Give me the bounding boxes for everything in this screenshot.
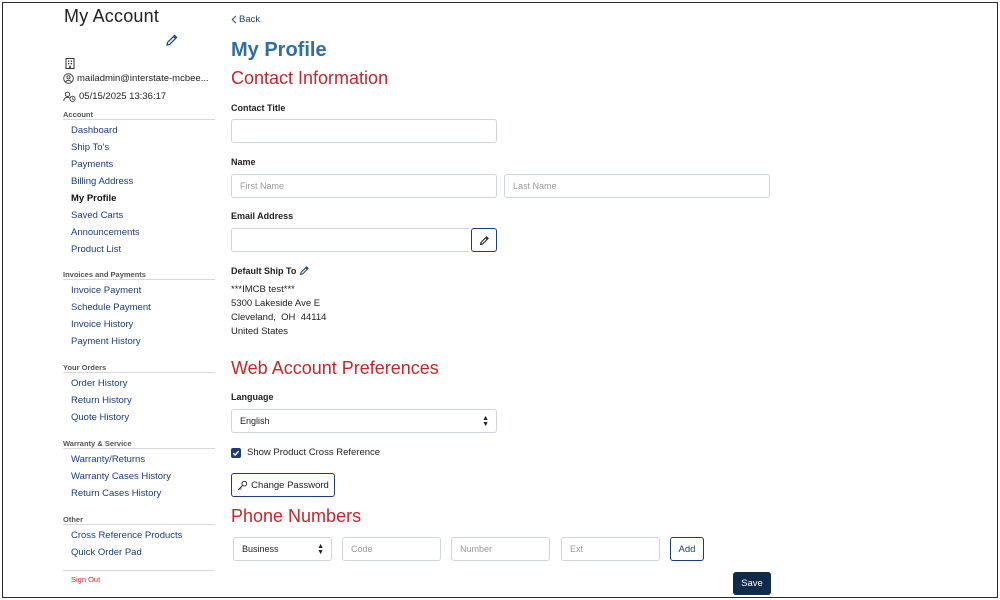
name-label: Name [231,157,256,167]
sign-out-link[interactable]: Sign Out [63,575,100,584]
address-line-1: ***IMCB test*** [231,284,295,295]
back-link[interactable]: Back [231,14,260,25]
select-arrows-icon: ▲ ▼ [317,543,324,556]
account-title: My Account [64,6,160,26]
phone-code-input[interactable]: Code [342,537,441,561]
phone-type-value: Business [242,544,279,554]
building-icon [65,56,75,69]
back-label: Back [239,14,261,25]
last-login-time: 05/15/2025 13:36:17 [79,91,167,102]
pencil-icon[interactable] [299,265,310,276]
default-ship-to-address: ***IMCB test*** 5300 Lakeside Ave E Clev… [231,283,326,339]
nav-group-other: Other Cross Reference Products Quick Ord… [63,514,215,563]
pencil-icon[interactable] [165,33,179,47]
sidebar-item-schedule-payment[interactable]: Schedule Payment [63,301,215,318]
sidebar-item-return-history[interactable]: Return History [63,394,215,411]
phone-ext-input[interactable]: Ext [561,537,660,561]
web-account-preferences-heading: Web Account Preferences [231,358,439,378]
sidebar-item-invoice-payment[interactable]: Invoice Payment [63,284,215,301]
sidebar-item-warranty-cases-history[interactable]: Warranty Cases History [63,470,215,487]
nav-group-heading: Warranty & Service [63,438,215,449]
save-button[interactable]: Save [733,572,771,595]
sidebar-item-return-cases-history[interactable]: Return Cases History [63,487,215,504]
language-label: Language [231,392,274,402]
sidebar-item-quote-history[interactable]: Quote History [63,411,215,428]
phone-type-select[interactable]: Business ▲ ▼ [233,537,332,561]
sidebar-item-announcements[interactable]: Announcements [63,226,215,243]
sidebar-item-warranty-returns[interactable]: Warranty/Returns [63,453,215,470]
nav-group-warranty: Warranty & Service Warranty/Returns Warr… [63,438,215,504]
contact-title-label: Contact Title [231,103,286,113]
address-line-2: 5300 Lakeside Ave E [231,298,321,309]
email-address-label: Email Address [231,211,294,221]
edit-email-button[interactable] [471,228,497,252]
select-arrows-icon: ▲ ▼ [482,415,489,428]
default-ship-to-row: Default Ship To [231,265,310,276]
cross-reference-row: Show Product Cross Reference [231,447,380,458]
page-title: My Profile [231,39,327,61]
nav-group-heading: Your Orders [63,362,215,373]
language-value: English [240,416,270,426]
last-name-input[interactable]: Last Name [504,174,770,198]
language-select[interactable]: English ▲ ▼ [231,409,497,433]
user-clock-icon [63,91,76,102]
sidebar-item-cross-reference-products[interactable]: Cross Reference Products [63,529,215,546]
cross-reference-checkbox[interactable] [231,447,241,458]
add-phone-button[interactable]: Add [670,537,704,561]
change-password-button[interactable]: Change Password [231,473,335,497]
sign-out-section: Sign Out [63,570,215,584]
sidebar-item-invoice-history[interactable]: Invoice History [63,318,215,335]
sidebar-item-billing-address[interactable]: Billing Address [63,175,215,192]
nav-group-orders: Your Orders Order History Return History… [63,362,215,428]
nav-group-heading: Other [63,514,215,525]
nav-group-heading: Invoices and Payments [63,269,215,280]
sidebar-item-ship-tos[interactable]: Ship To's [63,141,215,158]
sidebar-item-payments[interactable]: Payments [63,158,215,175]
page-frame: My Account mailadmin@interstate-mcbee...… [2,2,998,598]
change-password-label: Change Password [251,479,329,491]
default-ship-to-label: Default Ship To [231,265,297,276]
cross-reference-label: Show Product Cross Reference [247,447,381,458]
sidebar-item-quick-order-pad[interactable]: Quick Order Pad [63,546,215,563]
sidebar-item-dashboard[interactable]: Dashboard [63,124,215,141]
pencil-icon [479,235,489,245]
account-sidebar: My Account mailadmin@interstate-mcbee...… [63,3,217,597]
sidebar-item-payment-history[interactable]: Payment History [63,335,215,352]
key-icon [237,480,248,490]
sidebar-item-saved-carts[interactable]: Saved Carts [63,209,215,226]
phone-number-input[interactable]: Number [451,537,550,561]
nav-group-account: Account Dashboard Ship To's Payments Bil… [63,109,215,260]
user-circle-icon [63,73,74,84]
address-city-line: Cleveland, OH 44114 [231,312,327,323]
address-country: United States [231,326,289,337]
last-login-row: 05/15/2025 13:36:17 [63,91,215,102]
sidebar-item-order-history[interactable]: Order History [63,377,215,394]
contact-information-heading: Contact Information [231,68,389,88]
account-email: mailadmin@interstate-mcbee... [77,73,209,84]
phone-numbers-heading: Phone Numbers [231,506,362,526]
nav-group-invoices: Invoices and Payments Invoice Payment Sc… [63,269,215,352]
profile-main: Back My Profile Contact Information Cont… [231,3,791,597]
nav-group-heading: Account [63,109,215,120]
check-icon [232,450,240,456]
first-name-input[interactable]: First Name [231,174,497,198]
account-email-row: mailadmin@interstate-mcbee... [63,73,215,84]
chevron-left-icon [231,15,237,24]
email-address-input[interactable] [231,228,469,252]
sidebar-item-my-profile[interactable]: My Profile [63,192,215,209]
sidebar-item-product-list[interactable]: Product List [63,243,215,260]
contact-title-input[interactable] [231,119,497,143]
